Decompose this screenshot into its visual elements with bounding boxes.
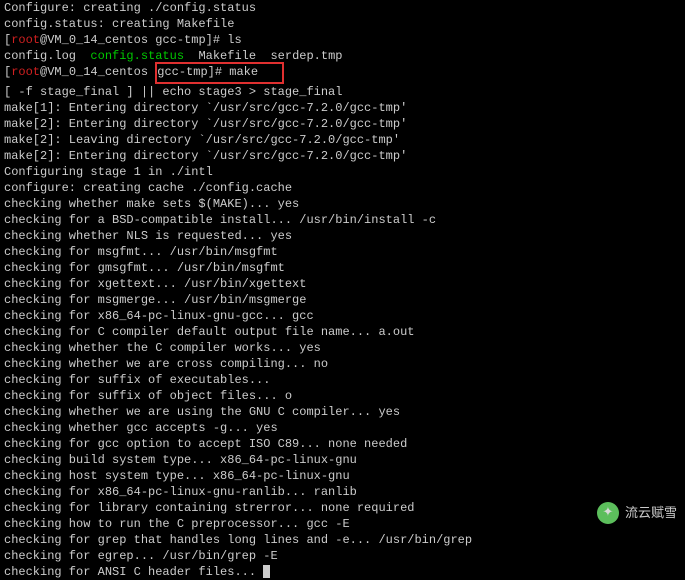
output-line: configure: creating cache ./config.cache: [4, 180, 681, 196]
prompt-cwd: gcc-tmp: [155, 33, 205, 47]
watermark: ✦ 流云赋雪: [597, 502, 677, 524]
file-name: config.status: [90, 49, 184, 63]
prompt-close: ]#: [206, 33, 228, 47]
output-line: checking for suffix of object files... o: [4, 388, 681, 404]
prompt-user: root: [11, 65, 40, 79]
ls-output: config.log config.status Makefile serdep…: [4, 48, 681, 64]
terminal-cursor: [263, 565, 270, 578]
output-line: checking whether make sets $(MAKE)... ye…: [4, 196, 681, 212]
output-line: checking for gcc option to accept ISO C8…: [4, 436, 681, 452]
prompt-line[interactable]: [root@VM_0_14_centos gcc-tmp]# ls: [4, 32, 681, 48]
output-line: checking how to run the C preprocessor..…: [4, 516, 681, 532]
file-name: config.log: [4, 49, 76, 63]
output-line: checking host system type... x86_64-pc-l…: [4, 468, 681, 484]
output-line: checking whether the C compiler works...…: [4, 340, 681, 356]
file-name: Makefile: [198, 49, 256, 63]
output-line: checking whether we are cross compiling.…: [4, 356, 681, 372]
prompt-host: VM_0_14_centos: [47, 65, 148, 79]
output-line: checking for x86_64-pc-linux-gnu-ranlib.…: [4, 484, 681, 500]
prompt-close: ]#: [208, 65, 230, 79]
prompt-user: root: [11, 33, 40, 47]
output-line: make[1]: Entering directory `/usr/src/gc…: [4, 100, 681, 116]
file-name: serdep.tmp: [270, 49, 342, 63]
prompt-host: VM_0_14_centos: [47, 33, 148, 47]
output-line: checking for grep that handles long line…: [4, 532, 681, 548]
prompt-line[interactable]: [root@VM_0_14_centos gcc-tmp]# make: [4, 64, 681, 84]
output-line: make[2]: Entering directory `/usr/src/gc…: [4, 148, 681, 164]
output-line: checking for x86_64-pc-linux-gnu-gcc... …: [4, 308, 681, 324]
output-line: checking for xgettext... /usr/bin/xgette…: [4, 276, 681, 292]
wechat-icon: ✦: [597, 502, 619, 524]
output-line: Configuring stage 1 in ./intl: [4, 164, 681, 180]
command-highlight-box: gcc-tmp]# make: [155, 62, 283, 84]
output-line: checking for msgmerge... /usr/bin/msgmer…: [4, 292, 681, 308]
terminal-output: Configure: creating ./config.status conf…: [4, 0, 681, 580]
output-line: checking whether we are using the GNU C …: [4, 404, 681, 420]
output-line: Configure: creating ./config.status: [4, 0, 681, 16]
output-line: checking for msgfmt... /usr/bin/msgfmt: [4, 244, 681, 260]
output-line: checking build system type... x86_64-pc-…: [4, 452, 681, 468]
output-line: make[2]: Leaving directory `/usr/src/gcc…: [4, 132, 681, 148]
output-line: checking for egrep... /usr/bin/grep -E: [4, 548, 681, 564]
output-line: checking for C compiler default output f…: [4, 324, 681, 340]
output-line: checking whether gcc accepts -g... yes: [4, 420, 681, 436]
output-line: checking for a BSD-compatible install...…: [4, 212, 681, 228]
output-line: checking whether NLS is requested... yes: [4, 228, 681, 244]
command-text: make: [229, 65, 258, 79]
output-line: checking for ANSI C header files...: [4, 564, 681, 580]
watermark-text: 流云赋雪: [625, 505, 677, 521]
output-line: checking for library containing strerror…: [4, 500, 681, 516]
output-line: make[2]: Entering directory `/usr/src/gc…: [4, 116, 681, 132]
output-line: checking for suffix of executables...: [4, 372, 681, 388]
command-text: ls: [227, 33, 241, 47]
output-line: checking for gmsgfmt... /usr/bin/msgfmt: [4, 260, 681, 276]
output-line: config.status: creating Makefile: [4, 16, 681, 32]
output-line: [ -f stage_final ] || echo stage3 > stag…: [4, 84, 681, 100]
prompt-cwd: gcc-tmp: [157, 65, 207, 79]
